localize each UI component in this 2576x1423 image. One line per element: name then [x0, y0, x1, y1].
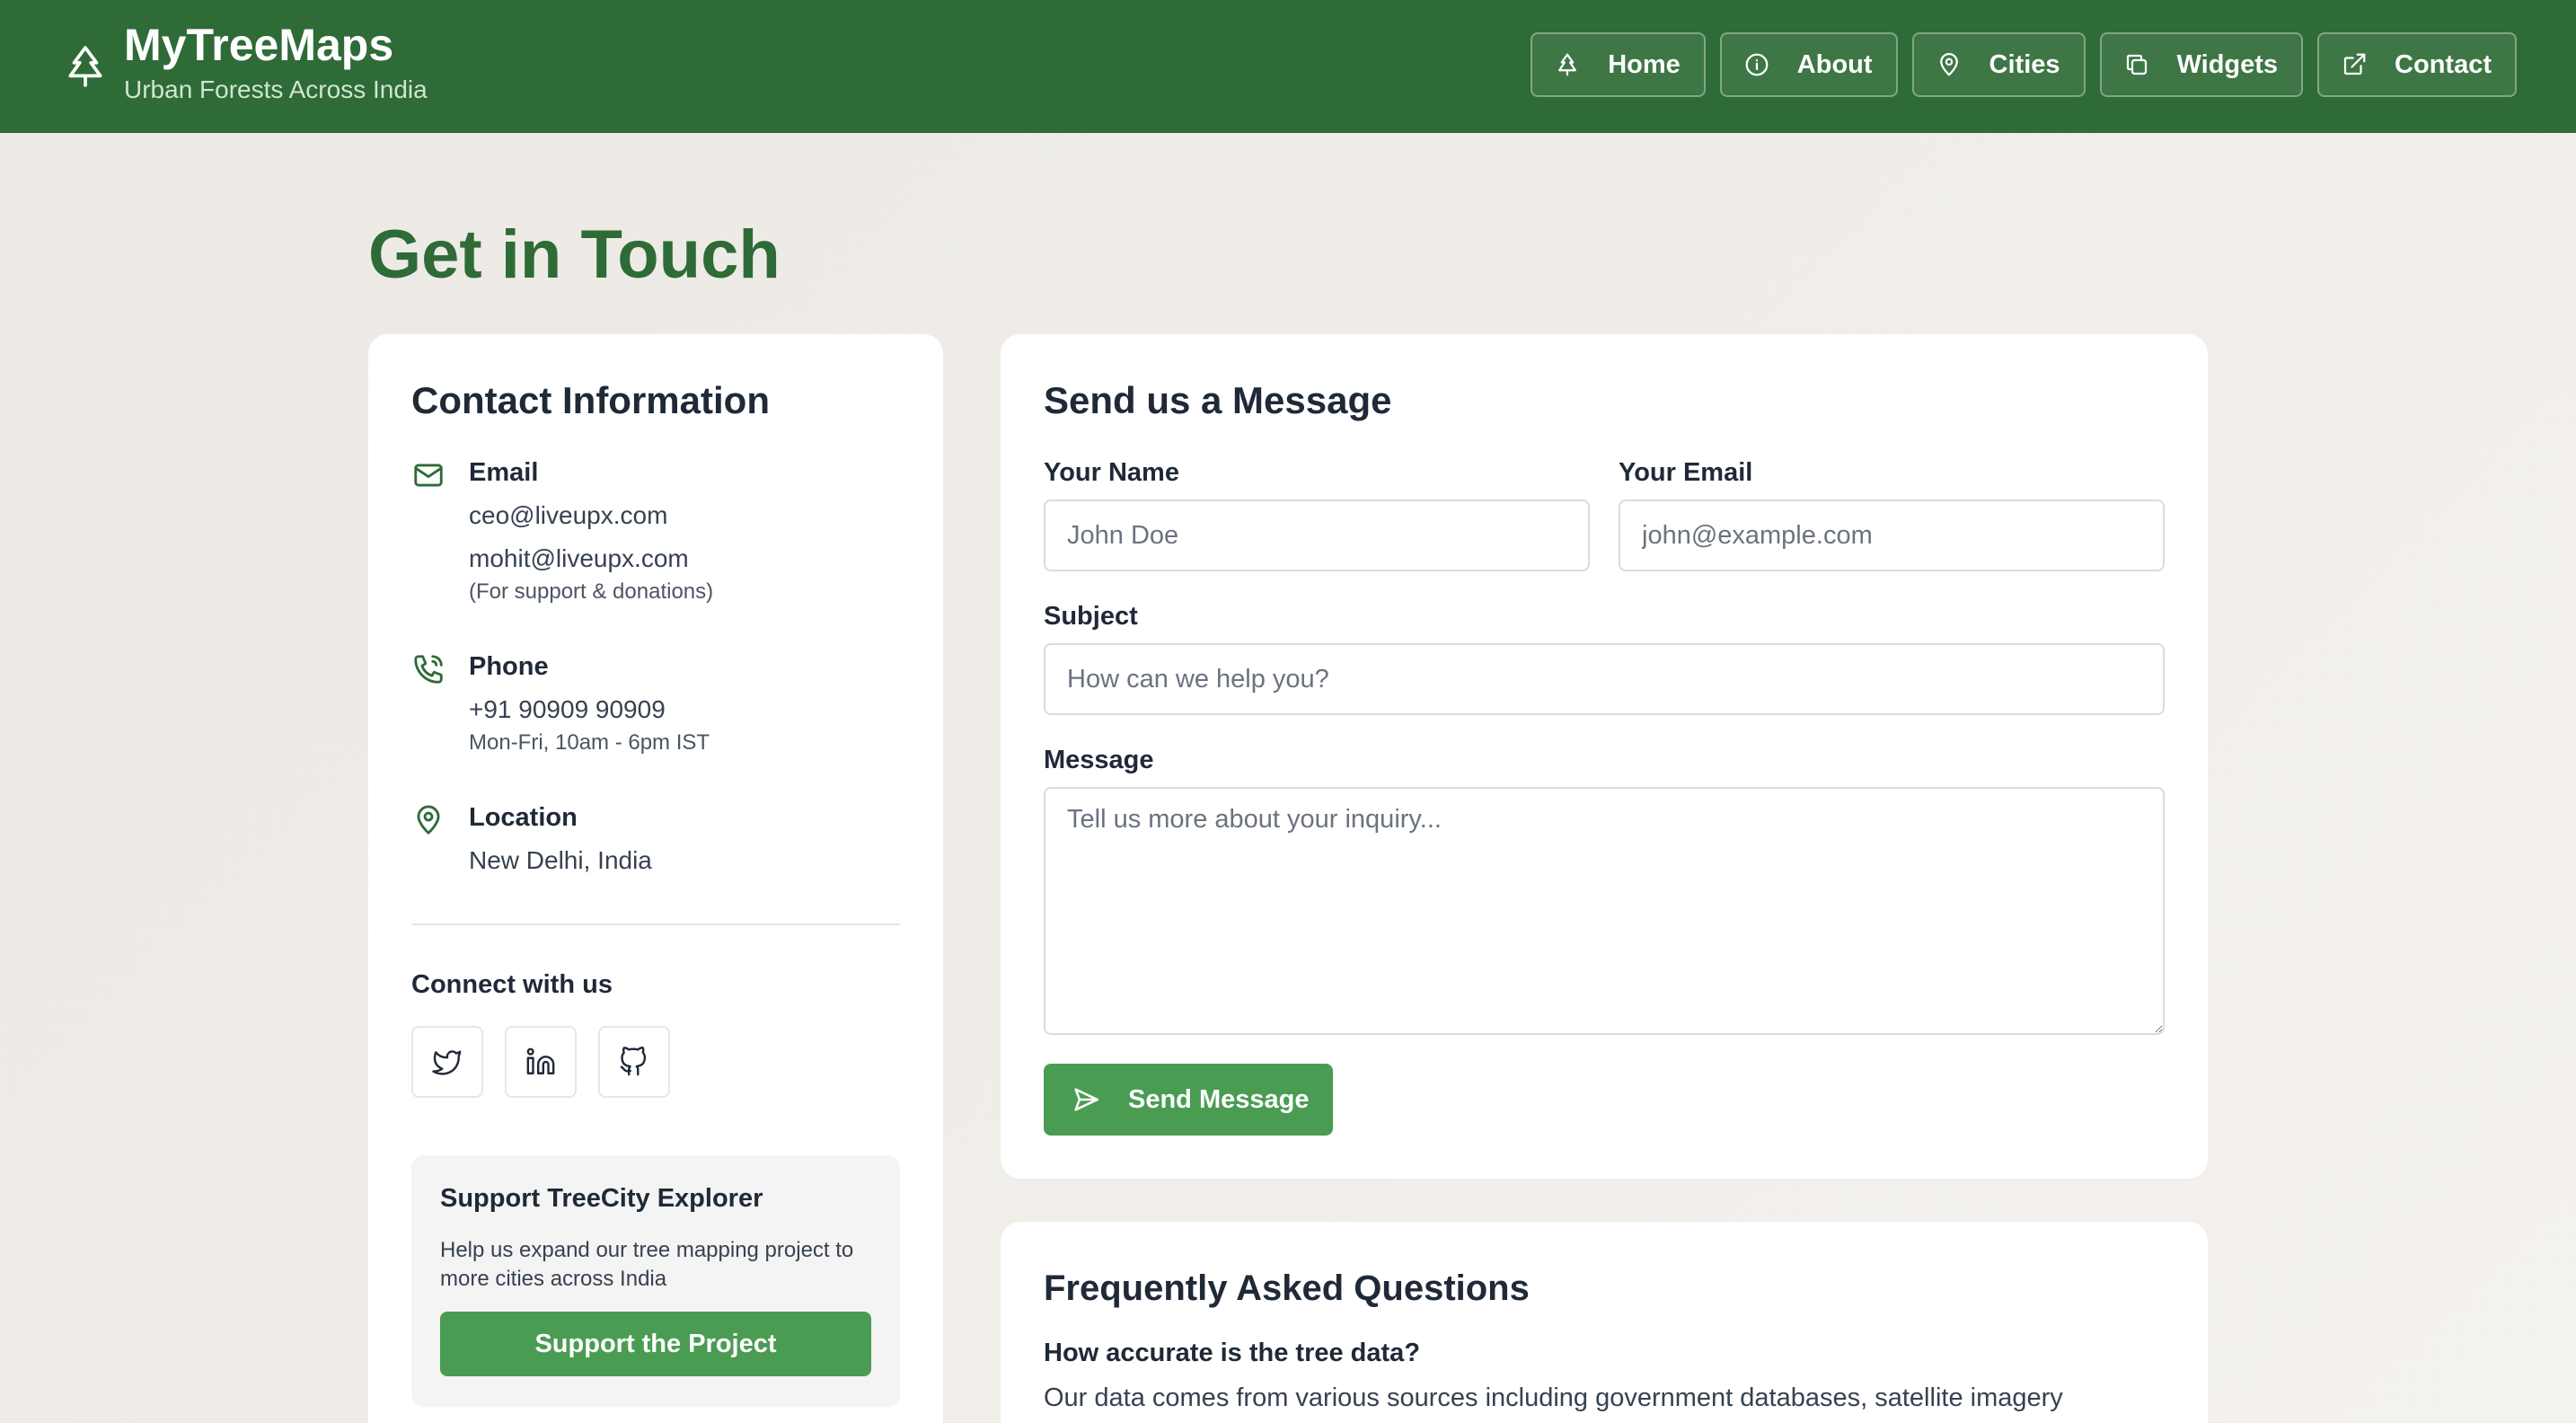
connect-label: Connect with us [411, 970, 613, 999]
email-primary[interactable]: ceo@liveupx.com [469, 499, 713, 532]
linkedin-icon [526, 1047, 555, 1074]
twitter-button[interactable] [411, 1026, 483, 1098]
support-box: Support TreeCity Explorer Help us expand… [411, 1155, 900, 1407]
brand-title: MyTreeMaps [124, 20, 394, 70]
message-textarea[interactable] [1044, 787, 2165, 1035]
phone-number[interactable]: +91 90909 90909 [469, 694, 710, 726]
contact-info-card: Contact Information Email ceo@liveupx.co… [368, 334, 943, 1423]
mail-icon [414, 464, 443, 487]
phone-hours: Mon-Fri, 10am - 6pm IST [469, 730, 710, 755]
faq-question: How accurate is the tree data? [1044, 1339, 1421, 1367]
form-heading: Send us a Message [1044, 379, 1392, 421]
email-label: Email [469, 458, 539, 487]
nav-widgets-button[interactable]: Widgets [2099, 32, 2304, 97]
subject-label: Subject [1044, 602, 1138, 631]
phone-label: Phone [469, 652, 549, 681]
divider [411, 924, 900, 925]
send-message-button[interactable]: Send Message [1044, 1064, 1333, 1136]
send-icon [1074, 1088, 1099, 1111]
github-icon [620, 1047, 647, 1076]
brand[interactable]: MyTreeMaps Urban Forests Across India [63, 18, 428, 106]
top-navbar: MyTreeMaps Urban Forests Across India Ho… [0, 0, 2576, 133]
email-note: (For support & donations) [469, 579, 714, 604]
support-title: Support TreeCity Explorer [440, 1184, 763, 1213]
subject-input[interactable] [1044, 643, 2165, 715]
nav-about-button[interactable]: About [1719, 32, 1898, 97]
phone-icon [414, 655, 443, 684]
faq-card: Frequently Asked Questions How accurate … [1001, 1222, 2208, 1423]
info-icon [1745, 53, 1769, 76]
main-nav: Home About Cities Widgets Contact [1531, 32, 2517, 97]
nav-home-label: Home [1608, 49, 1681, 79]
tree-icon [68, 46, 102, 87]
twitter-icon [432, 1050, 462, 1075]
name-label: Your Name [1044, 458, 1179, 487]
linkedin-button[interactable] [505, 1026, 577, 1098]
send-message-label: Send Message [1128, 1084, 1310, 1114]
email-label: Your Email [1619, 458, 1753, 487]
nav-contact-button[interactable]: Contact [2317, 32, 2517, 97]
email-secondary[interactable]: mohit@liveupx.com [469, 543, 713, 575]
name-input[interactable] [1044, 499, 1590, 571]
copy-icon [2126, 54, 2147, 75]
nav-cities-label: Cities [1989, 49, 2060, 79]
support-text: Help us expand our tree mapping project … [440, 1238, 854, 1291]
github-button[interactable] [598, 1026, 670, 1098]
nav-cities-button[interactable]: Cities [1911, 32, 2086, 97]
faq-heading: Frequently Asked Questions [1044, 1268, 1530, 1308]
map-pin-icon [1939, 53, 1958, 76]
nav-about-label: About [1796, 49, 1873, 79]
email-input[interactable] [1619, 499, 2165, 571]
faq-answer: Our data comes from various sources incl… [1044, 1383, 2063, 1412]
brand-subtitle: Urban Forests Across India [124, 75, 428, 103]
message-label: Message [1044, 746, 1154, 774]
nav-widgets-label: Widgets [2176, 49, 2279, 79]
page-title: Get in Touch [368, 217, 781, 293]
contact-info-heading: Contact Information [411, 379, 770, 421]
nav-contact-label: Contact [2395, 49, 2492, 79]
location-label: Location [469, 803, 578, 832]
message-form-card: Send us a Message Your Name Your Email S… [1001, 334, 2208, 1179]
map-pin-icon [417, 805, 440, 835]
location-value: New Delhi, India [469, 846, 652, 874]
nav-home-button[interactable]: Home [1531, 32, 1706, 97]
tree-icon [1558, 53, 1577, 76]
external-link-icon [2343, 53, 2366, 75]
support-project-button[interactable]: Support the Project [440, 1312, 871, 1376]
